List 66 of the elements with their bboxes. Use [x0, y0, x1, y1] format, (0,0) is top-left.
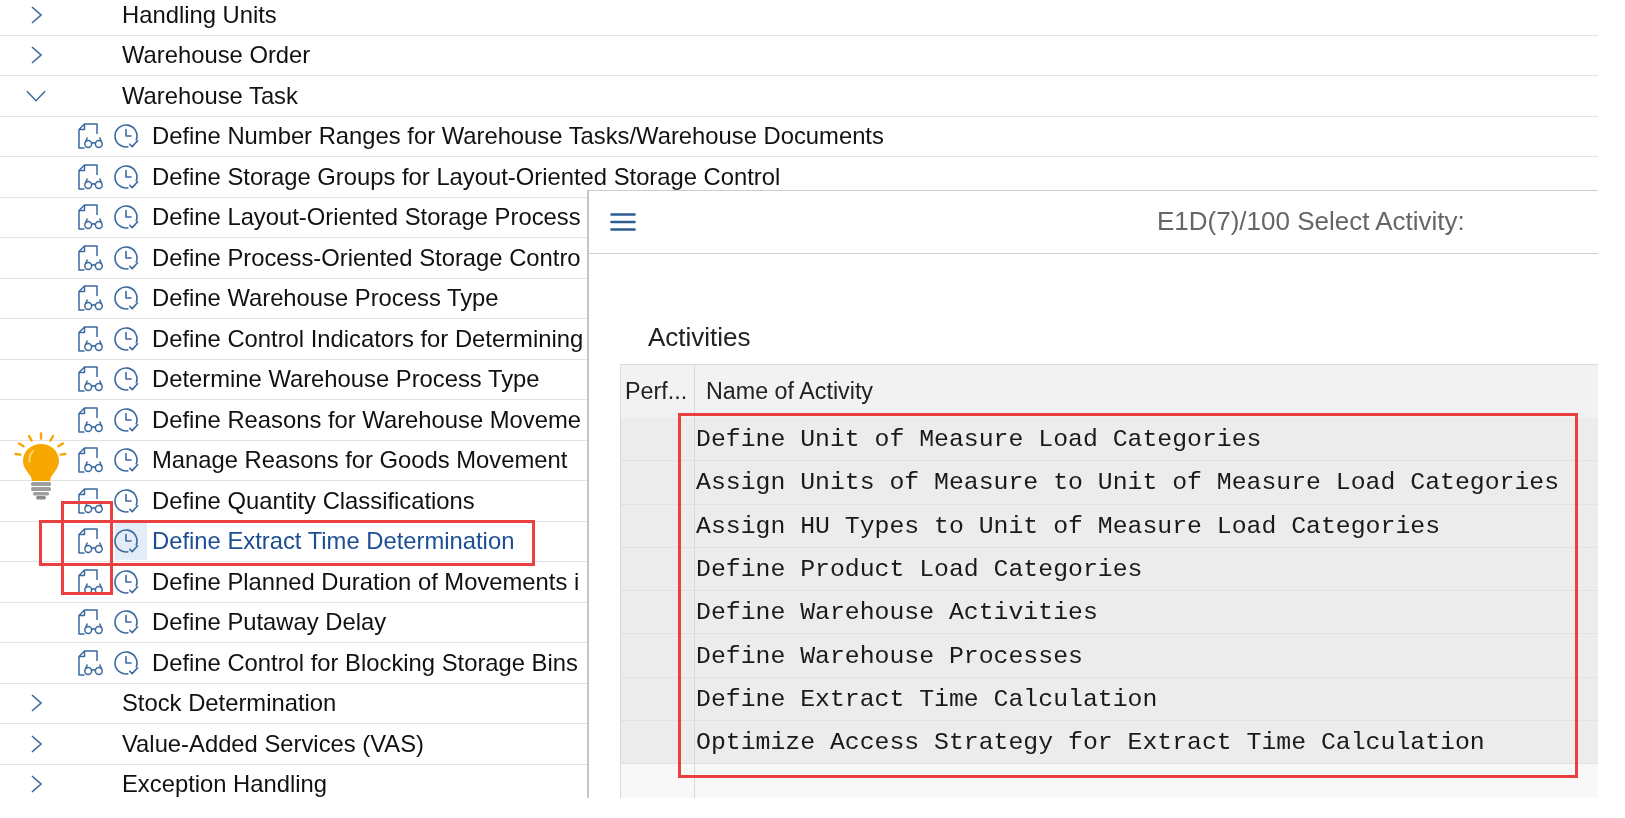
activity-cell[interactable]: Define Warehouse Processes — [695, 634, 1598, 677]
tree-item[interactable]: Define Storage Groups for Layout-Oriented Storage Control — [152, 163, 781, 190]
clock-icon[interactable] — [114, 487, 140, 514]
chevron-down-icon[interactable] — [26, 89, 46, 102]
activity-cell[interactable]: Define Extract Time Calculation — [695, 677, 1598, 721]
tree-item[interactable]: Define Warehouse Process Type — [152, 285, 499, 312]
document-glasses-icon[interactable] — [78, 528, 104, 555]
tree-item[interactable]: Define Quantity Classifications — [152, 487, 475, 514]
clock-icon[interactable] — [114, 163, 140, 190]
tree-item[interactable]: Define Control for Blocking Storage Bins — [152, 649, 578, 676]
activity-cell[interactable]: Define Unit of Measure Load Categories — [695, 418, 1598, 461]
clock-icon[interactable] — [114, 609, 140, 636]
document-glasses-icon[interactable] — [78, 325, 104, 352]
dialog-title: E1D(7)/100 Select Activity: — [1157, 207, 1465, 237]
activity-cell[interactable]: Assign Units of Measure to Unit of Measure Load Categories — [695, 461, 1598, 504]
document-glasses-icon[interactable] — [78, 609, 104, 636]
tree-item[interactable]: Stock Determination — [122, 690, 337, 717]
document-glasses-icon[interactable] — [78, 163, 104, 190]
clock-icon[interactable] — [114, 204, 140, 231]
tree-item[interactable]: Define Layout-Oriented Storage Process — [152, 204, 581, 231]
tree-item[interactable]: Define Planned Duration of Movements i — [152, 568, 580, 595]
document-glasses-icon[interactable] — [78, 568, 104, 595]
document-glasses-icon[interactable] — [78, 447, 104, 474]
document-glasses-icon[interactable] — [78, 366, 104, 393]
tree-item[interactable]: Define Number Ranges for Warehouse Tasks/Warehouse Documents — [152, 123, 884, 150]
tree-item[interactable]: Define Control Indicators for Determining — [152, 325, 584, 352]
document-glasses-icon[interactable] — [78, 487, 104, 514]
tree-item[interactable]: Define Reasons for Warehouse Moveme — [152, 406, 581, 433]
tree-item[interactable]: Value-Added Services (VAS) — [122, 730, 424, 757]
tree-item[interactable]: Manage Reasons for Goods Movement — [152, 447, 568, 474]
chevron-right-icon[interactable] — [30, 5, 42, 24]
tree-item[interactable]: Warehouse Task — [122, 82, 298, 109]
clock-icon[interactable] — [114, 285, 140, 312]
document-glasses-icon[interactable] — [78, 406, 104, 433]
activity-cell[interactable]: Assign HU Types to Unit of Measure Load Categories — [695, 504, 1598, 547]
tree-item[interactable]: Define Process-Oriented Storage Contro — [152, 244, 581, 271]
chevron-right-icon[interactable] — [30, 775, 42, 794]
document-glasses-icon[interactable] — [78, 285, 104, 312]
chevron-right-icon[interactable] — [30, 46, 42, 65]
tree-item[interactable]: Determine Warehouse Process Type — [152, 366, 540, 393]
tree-item[interactable]: Define Putaway Delay — [152, 609, 387, 636]
document-glasses-icon[interactable] — [78, 123, 104, 150]
menu-icon[interactable] — [610, 213, 636, 231]
clock-icon[interactable] — [114, 406, 140, 433]
activity-cell[interactable]: Define Warehouse Activities — [695, 591, 1598, 634]
tree-item[interactable]: Handling Units — [122, 1, 277, 28]
chevron-right-icon[interactable] — [30, 694, 42, 713]
clock-icon[interactable] — [114, 568, 140, 595]
chevron-right-icon[interactable] — [30, 734, 42, 753]
tree-item[interactable]: Exception Handling — [122, 771, 328, 798]
document-glasses-icon[interactable] — [78, 244, 104, 271]
tree-item[interactable]: Define Extract Time Determination — [152, 528, 515, 555]
document-glasses-icon[interactable] — [78, 204, 104, 231]
tree-item[interactable]: Warehouse Order — [122, 42, 311, 69]
clock-icon[interactable] — [114, 366, 140, 393]
clock-icon[interactable] — [114, 522, 147, 561]
activity-cell[interactable]: Optimize Access Strategy for Extract Time Calculation — [695, 721, 1598, 764]
clock-icon[interactable] — [114, 325, 140, 352]
clock-icon[interactable] — [114, 123, 140, 150]
clock-icon[interactable] — [114, 447, 140, 474]
activity-cell[interactable]: Define Product Load Categories — [695, 547, 1598, 591]
document-glasses-icon[interactable] — [78, 649, 104, 676]
section-title: Activities — [648, 322, 751, 352]
clock-icon[interactable] — [114, 244, 140, 271]
column-header[interactable]: Name of Activity — [695, 365, 1598, 418]
clock-icon[interactable] — [114, 649, 140, 676]
